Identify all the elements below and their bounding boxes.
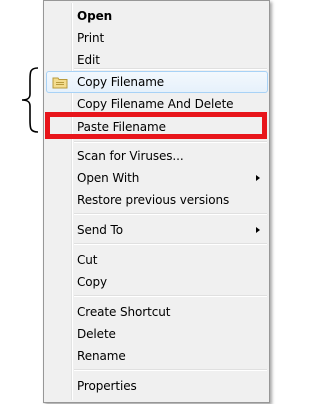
menu-item-copy[interactable]: Copy — [46, 271, 268, 293]
highlight-box — [45, 112, 267, 139]
menu-item-label: Create Shortcut — [77, 305, 171, 319]
menu-item-label: Send To — [77, 223, 123, 237]
menu-item-label: Properties — [77, 379, 137, 393]
menu-item-copy-filename[interactable]: Copy Filename — [46, 71, 268, 93]
menu-item-label: Open — [77, 9, 113, 23]
menu-item-send-to[interactable]: Send To — [46, 219, 268, 241]
menu-item-open-with[interactable]: Open With — [46, 167, 268, 189]
menu-separator — [74, 243, 267, 245]
context-menu: Open Print Edit Copy Filename Copy Filen… — [43, 0, 270, 403]
menu-item-print[interactable]: Print — [46, 27, 268, 49]
menu-item-label: Scan for Viruses... — [77, 149, 184, 163]
menu-item-delete[interactable]: Delete — [46, 323, 268, 345]
menu-item-label: Rename — [77, 349, 126, 363]
menu-item-label: Copy — [77, 275, 108, 289]
menu-separator — [74, 369, 267, 371]
menu-item-label: Cut — [77, 253, 98, 267]
menu-item-scan-for-viruses[interactable]: Scan for Viruses... — [46, 145, 268, 167]
menu-item-label: Delete — [77, 327, 116, 341]
menu-item-label: Copy Filename — [77, 75, 165, 89]
menu-item-create-shortcut[interactable]: Create Shortcut — [46, 301, 268, 323]
menu-separator — [74, 68, 267, 70]
curly-brace-icon — [21, 67, 39, 133]
menu-separator — [74, 141, 267, 143]
menu-item-label: Restore previous versions — [77, 193, 230, 207]
submenu-arrow-icon — [256, 175, 260, 181]
menu-item-restore-previous-versions[interactable]: Restore previous versions — [46, 189, 268, 211]
submenu-arrow-icon — [256, 227, 260, 233]
menu-item-open[interactable]: Open — [46, 5, 268, 27]
menu-separator — [74, 295, 267, 297]
menu-item-cut[interactable]: Cut — [46, 249, 268, 271]
menu-item-label: Print — [77, 31, 105, 45]
screenshot-stage: Open Print Edit Copy Filename Copy Filen… — [0, 0, 277, 404]
menu-separator — [74, 213, 267, 215]
menu-item-label: Open With — [77, 171, 140, 185]
folder-icon — [52, 77, 68, 89]
menu-item-rename[interactable]: Rename — [46, 345, 268, 367]
menu-item-properties[interactable]: Properties — [46, 375, 268, 397]
